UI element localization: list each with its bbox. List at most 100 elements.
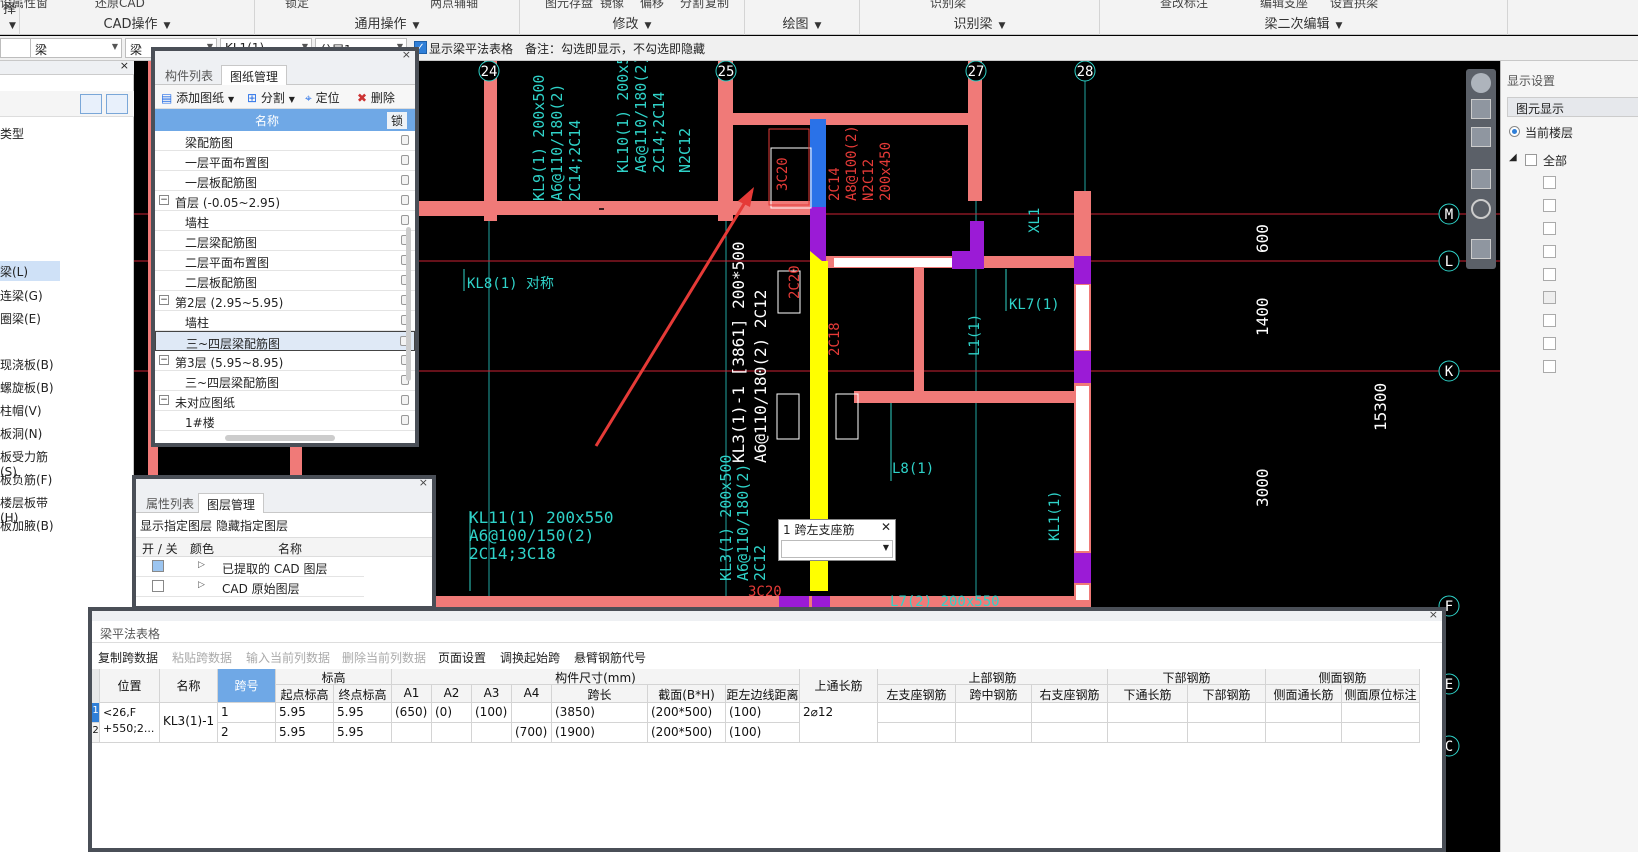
cell-empty[interactable] — [1188, 703, 1266, 723]
cell-elev-end[interactable]: 5.95 — [334, 723, 392, 743]
close-icon[interactable]: ✕ — [881, 520, 891, 534]
expand-icon[interactable]: ▷ — [198, 580, 205, 590]
close-icon[interactable]: × — [120, 59, 129, 72]
lock-icon[interactable] — [401, 135, 409, 145]
drawing-row[interactable]: 1#楼 — [155, 411, 415, 431]
cell-empty[interactable] — [956, 703, 1032, 723]
drawing-row[interactable]: 一层板配筋图 — [155, 171, 415, 191]
cell-empty[interactable] — [1108, 703, 1188, 723]
drawing-row[interactable]: 一层平面布置图 — [155, 151, 415, 171]
layer-toggle-checkbox[interactable] — [152, 580, 164, 592]
hide-layer-button[interactable]: 隐藏指定图层 — [216, 517, 288, 534]
cell-a2[interactable]: (0) — [432, 703, 472, 723]
list-view-icon[interactable] — [80, 94, 102, 114]
drawing-row[interactable]: 二层平面布置图 — [155, 251, 415, 271]
table-action-button[interactable]: 调换起始跨 — [500, 649, 560, 666]
cell-empty[interactable] — [1032, 703, 1108, 723]
cell-section[interactable]: (200*500) — [648, 723, 726, 743]
cell-empty[interactable] — [1188, 723, 1266, 743]
close-icon[interactable]: × — [1429, 608, 1438, 621]
cell-empty[interactable] — [878, 723, 956, 743]
all-checkbox[interactable] — [1525, 154, 1537, 166]
cell-span-length[interactable]: (3850) — [552, 703, 648, 723]
collapse-icon[interactable]: − — [159, 395, 169, 405]
category-select[interactable]: 梁 ▼ — [30, 38, 122, 58]
cell-elev-start[interactable]: 5.95 — [276, 703, 334, 723]
sidebar-item[interactable]: 圈梁(E) — [0, 308, 60, 328]
layer-checkbox[interactable] — [1543, 222, 1556, 235]
table-action-button[interactable]: 输入当前列数据 — [246, 649, 330, 666]
layer-checkbox[interactable] — [1543, 360, 1556, 373]
tab-element-display[interactable]: 图元显示 — [1507, 97, 1638, 117]
drawing-row[interactable]: − 首层 (-0.05~2.95) — [155, 191, 415, 211]
delete-button[interactable]: ✖ 删除 — [357, 89, 395, 106]
close-icon[interactable]: × — [402, 48, 411, 61]
drawing-row[interactable]: − 第2层 (2.95~5.95) — [155, 291, 415, 311]
layer-checkbox[interactable] — [1543, 291, 1556, 304]
cell-a3[interactable] — [472, 723, 512, 743]
table-action-button[interactable]: 粘贴跨数据 — [172, 649, 232, 666]
cell-name[interactable]: KL3(1)-1 — [160, 703, 218, 743]
cell-empty[interactable] — [1032, 723, 1108, 743]
table-action-button[interactable]: 页面设置 — [438, 649, 486, 666]
h-scrollbar[interactable] — [225, 435, 335, 441]
layer-row[interactable]: ▷ CAD 原始图层 — [136, 577, 364, 597]
lock-icon[interactable] — [401, 395, 409, 405]
sidebar-item[interactable]: 梁(L) — [0, 261, 60, 281]
layer-checkbox[interactable] — [1543, 176, 1556, 189]
collapse-icon[interactable]: − — [159, 355, 169, 365]
sidebar-item[interactable]: 板受力筋(S) — [0, 446, 60, 479]
sidebar-item[interactable]: 板洞(N) — [0, 423, 60, 443]
ribbon-group-label[interactable]: 修改 ▼ — [520, 13, 744, 32]
cell-a1[interactable] — [392, 723, 432, 743]
cell-section[interactable]: (200*500) — [648, 703, 726, 723]
ribbon-group-label[interactable]: 通用操作 ▼ — [255, 13, 519, 32]
rotate-icon[interactable] — [1471, 199, 1491, 219]
cell-a1[interactable]: (650) — [392, 703, 432, 723]
split-button[interactable]: ⊞ 分割 ▼ — [247, 89, 295, 106]
cell-elev-start[interactable]: 5.95 — [276, 723, 334, 743]
cell-span-length[interactable]: (1900) — [552, 723, 648, 743]
sidebar-item[interactable]: 板负筋(F) — [0, 469, 60, 489]
show-layer-button[interactable]: 显示指定图层 — [140, 517, 212, 534]
close-icon[interactable]: × — [419, 476, 428, 489]
cell-empty[interactable] — [1266, 723, 1342, 743]
current-floor-radio[interactable] — [1509, 126, 1520, 137]
drawing-row[interactable]: − 第3层 (5.95~8.95) — [155, 351, 415, 371]
cube-icon[interactable] — [1471, 169, 1491, 189]
cell-elev-end[interactable]: 5.95 — [334, 703, 392, 723]
cell-empty[interactable] — [1342, 703, 1420, 723]
layer-row[interactable]: ▷ 已提取的 CAD 图层 — [136, 557, 364, 577]
table-action-button[interactable]: 复制跨数据 — [98, 649, 158, 666]
lock-icon[interactable] — [401, 215, 409, 225]
cell-span[interactable]: 1 — [218, 703, 276, 723]
collapse-icon[interactable]: − — [159, 195, 169, 205]
cell-a3[interactable]: (100) — [472, 703, 512, 723]
sidebar-item[interactable]: 楼层板带(H) — [0, 492, 60, 525]
sidebar-item[interactable]: 连梁(G) — [0, 285, 60, 305]
layer-checkbox[interactable] — [1543, 314, 1556, 327]
expand-icon[interactable]: ▷ — [198, 560, 205, 570]
ribbon-group-label[interactable]: 绘图 ▼ — [745, 13, 859, 32]
collapse-icon[interactable]: ◢ — [1509, 152, 1517, 163]
cell-empty[interactable] — [956, 723, 1032, 743]
layer-toggle-checkbox[interactable] — [152, 560, 164, 572]
popup-input[interactable]: ▼ — [781, 540, 893, 558]
drawing-row[interactable]: − 未对应图纸 — [155, 391, 415, 411]
locate-button[interactable]: ⌖ 定位 — [305, 89, 340, 106]
cell-a4[interactable] — [512, 703, 552, 723]
drawing-row[interactable]: 三~四层梁配筋图 — [155, 371, 415, 391]
layer-checkbox[interactable] — [1543, 245, 1556, 258]
properties-icon[interactable] — [1471, 239, 1491, 259]
cell-a2[interactable] — [432, 723, 472, 743]
cell-top-through[interactable]: 2⌀12 — [800, 703, 878, 743]
layer-checkbox[interactable] — [1543, 199, 1556, 212]
tab-layer-management[interactable]: 图层管理 — [198, 493, 265, 513]
cell-edge-distance[interactable]: (100) — [726, 723, 800, 743]
table-action-button[interactable]: 悬臂钢筋代号 — [574, 649, 646, 666]
ribbon-group-label[interactable]: 识别梁 ▼ — [860, 13, 1099, 32]
ribbon-group-label[interactable]: 择▼ — [0, 0, 19, 32]
cell-a4[interactable]: (700) — [512, 723, 552, 743]
top-view-icon[interactable] — [1471, 127, 1491, 147]
lock-icon[interactable] — [401, 155, 409, 165]
